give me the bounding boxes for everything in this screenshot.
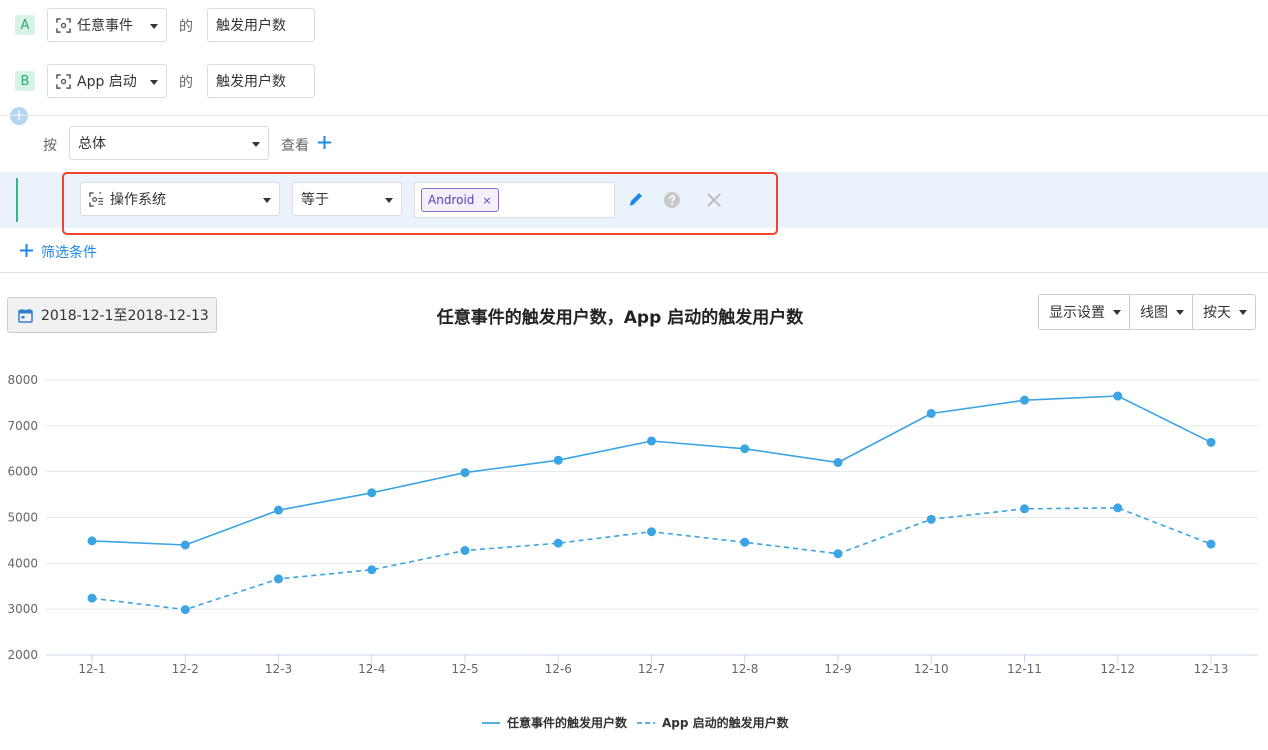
chevron-down-icon	[150, 24, 158, 29]
data-point[interactable]	[460, 468, 470, 478]
data-point[interactable]	[926, 514, 936, 524]
add-groupby-icon[interactable]	[317, 135, 332, 150]
data-point[interactable]	[1020, 504, 1029, 514]
divider	[0, 115, 1268, 116]
series-line	[91, 395, 1212, 546]
legend-label[interactable]: 任意事件的触发用户数	[506, 715, 628, 730]
data-point[interactable]	[926, 408, 936, 418]
y-tick-label: 7000	[7, 419, 38, 433]
chevron-down-icon	[1113, 310, 1121, 315]
data-point[interactable]	[1206, 539, 1216, 549]
data-point[interactable]	[1020, 395, 1029, 405]
metric-a-measure-label: 触发用户数	[216, 18, 286, 34]
display-settings-button[interactable]: 显示设置	[1039, 295, 1130, 329]
y-tick-label: 5000	[7, 511, 38, 525]
x-tick-label: 12-3	[265, 662, 292, 676]
x-tick-label: 12-7	[638, 662, 665, 676]
data-point[interactable]	[833, 549, 843, 559]
x-tick-label: 12-1	[78, 662, 105, 676]
data-point[interactable]	[740, 444, 750, 454]
metric-b-event-label: App 启动	[77, 74, 137, 90]
data-point[interactable]	[1113, 503, 1123, 513]
metric-a-of-label: 的	[179, 19, 193, 35]
y-tick-label: 8000	[7, 373, 38, 387]
metric-a-measure-select[interactable]: 触发用户数	[207, 8, 315, 42]
add-metric-button[interactable]: +	[10, 107, 28, 125]
metric-b-measure-label: 触发用户数	[216, 74, 286, 90]
x-tick-label: 12-12	[1100, 662, 1135, 676]
event-icon	[56, 17, 71, 33]
x-tick-label: 12-8	[731, 662, 758, 676]
granularity-label: 按天	[1203, 305, 1231, 321]
metric-a-badge: A	[15, 15, 35, 35]
chevron-down-icon	[252, 142, 260, 147]
x-tick-label: 12-4	[358, 662, 385, 676]
data-point[interactable]	[740, 537, 750, 547]
x-tick-label: 12-9	[824, 662, 851, 676]
data-point[interactable]	[274, 505, 283, 515]
metric-b-measure-select[interactable]: 触发用户数	[207, 64, 315, 98]
data-point[interactable]	[460, 546, 470, 555]
y-tick-label: 4000	[7, 556, 38, 570]
chart-type-button[interactable]: 线图	[1130, 295, 1193, 329]
y-tick-label: 3000	[7, 602, 38, 616]
series-line	[91, 507, 1212, 611]
highlight-box	[62, 172, 778, 235]
chevron-down-icon	[150, 80, 158, 85]
chevron-down-icon	[1176, 310, 1184, 315]
data-point[interactable]	[647, 527, 656, 537]
y-tick-label: 2000	[7, 648, 38, 662]
event-icon	[56, 73, 71, 89]
x-tick-label: 12-10	[914, 662, 949, 676]
x-tick-label: 12-2	[172, 662, 199, 676]
data-point[interactable]	[553, 455, 563, 465]
groupby-value: 总体	[78, 136, 106, 152]
metric-b-of-label: 的	[179, 75, 193, 91]
data-point[interactable]	[87, 536, 97, 546]
data-point[interactable]	[553, 538, 563, 548]
display-settings-label: 显示设置	[1049, 305, 1105, 321]
groupby-suffix-label: 查看	[281, 138, 309, 154]
legend-label[interactable]: App 启动的触发用户数	[662, 715, 790, 730]
data-point[interactable]	[87, 593, 97, 603]
granularity-button[interactable]: 按天	[1193, 295, 1255, 329]
metric-a-event-select[interactable]: 任意事件	[47, 8, 167, 42]
data-point[interactable]	[180, 605, 190, 615]
chevron-down-icon	[1239, 310, 1247, 315]
metric-b-event-select[interactable]: App 启动	[47, 64, 167, 98]
data-point[interactable]	[274, 574, 283, 584]
data-point[interactable]	[180, 540, 190, 550]
x-tick-label: 12-11	[1007, 662, 1042, 676]
data-point[interactable]	[367, 565, 377, 575]
chart-type-label: 线图	[1140, 305, 1168, 321]
data-point[interactable]	[1206, 437, 1216, 447]
data-point[interactable]	[367, 488, 377, 498]
metric-a-event-label: 任意事件	[77, 18, 133, 34]
x-tick-label: 12-5	[451, 662, 478, 676]
x-tick-label: 12-6	[545, 662, 572, 676]
filter-row-indicator	[16, 178, 18, 222]
divider	[0, 272, 1268, 273]
line-chart: 2000 3000 4000 5000 6000 7000 8000 12-1 12-2 12-3…	[7, 373, 1258, 730]
data-point[interactable]	[833, 458, 843, 467]
x-tick-label: 12-13	[1194, 662, 1229, 676]
data-point[interactable]	[1113, 391, 1123, 401]
add-filter-icon[interactable]	[19, 243, 34, 258]
data-point[interactable]	[647, 436, 656, 446]
add-filter-link[interactable]: 筛选条件	[41, 242, 97, 262]
groupby-prefix-label: 按	[43, 138, 57, 154]
metric-b-badge: B	[15, 71, 35, 91]
y-tick-label: 6000	[7, 465, 38, 479]
groupby-select[interactable]: 总体	[69, 126, 269, 160]
chart-toolbar: 显示设置 线图 按天	[1038, 294, 1256, 330]
